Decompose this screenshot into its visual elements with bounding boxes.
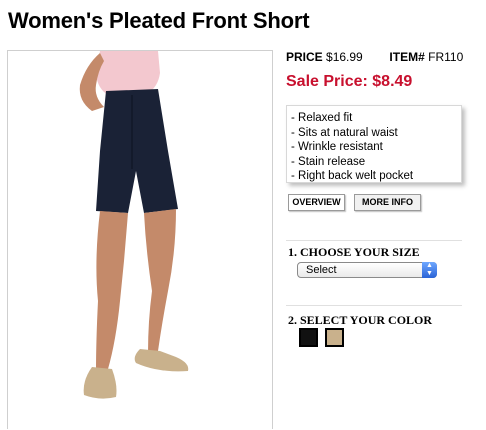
feature-item: - Stain release bbox=[291, 155, 366, 168]
divider bbox=[286, 305, 462, 306]
select-arrows-icon: ▲ ▼ bbox=[422, 262, 437, 278]
tab-overview[interactable]: OVERVIEW bbox=[288, 194, 345, 211]
color-swatch-khaki[interactable] bbox=[325, 328, 344, 347]
item-label: ITEM# bbox=[389, 50, 425, 64]
price-label: PRICE bbox=[286, 50, 323, 64]
price-value: $16.99 bbox=[326, 50, 363, 64]
divider bbox=[286, 240, 462, 241]
price-line: PRICE $16.99 ITEM# FR110 bbox=[286, 50, 463, 64]
size-select-value: Select bbox=[306, 264, 337, 276]
feature-item: - Wrinkle resistant bbox=[291, 141, 383, 153]
feature-item: - Sits at natural waist bbox=[291, 126, 398, 139]
size-step-label: 1. CHOOSE YOUR SIZE bbox=[288, 245, 420, 259]
feature-item: - Relaxed fit bbox=[291, 112, 353, 124]
product-image bbox=[7, 50, 273, 429]
sale-price: Sale Price: $8.49 bbox=[286, 73, 413, 90]
size-select[interactable]: Select ▲ ▼ bbox=[297, 262, 437, 278]
feature-item: - Right back welt pocket bbox=[291, 170, 414, 182]
color-step-label: 2. SELECT YOUR COLOR bbox=[288, 313, 433, 327]
product-title: Women's Pleated Front Short bbox=[8, 8, 310, 33]
item-number: FR110 bbox=[428, 50, 464, 64]
tab-more-info[interactable]: MORE INFO bbox=[354, 194, 421, 211]
color-swatch-navy[interactable] bbox=[299, 328, 318, 347]
features-box: - Relaxed fit - Sits at natural waist - … bbox=[286, 105, 462, 183]
